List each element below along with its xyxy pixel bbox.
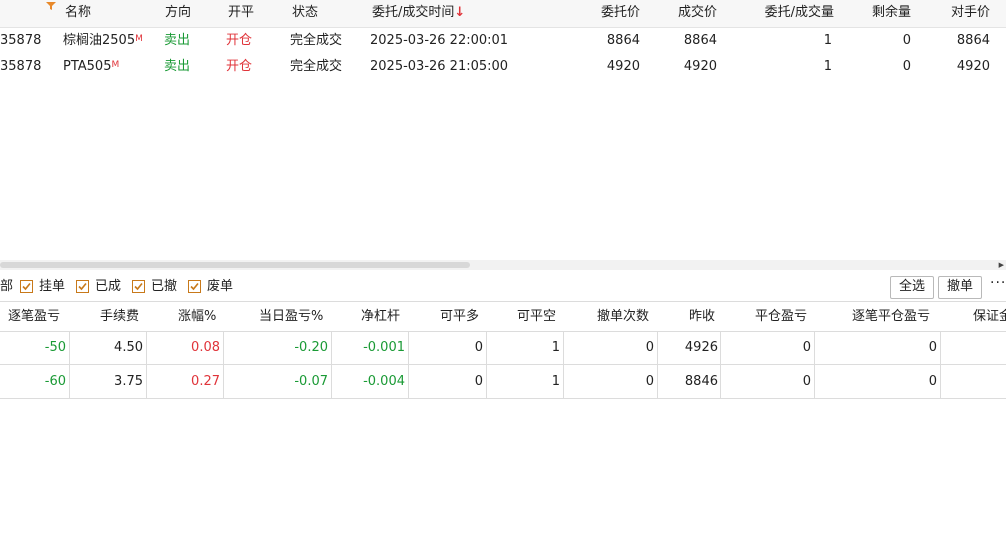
col-direction[interactable]: 方向 xyxy=(165,0,191,26)
filter-invalid-checkbox[interactable] xyxy=(188,280,201,293)
pnl-value: -60 xyxy=(44,374,66,389)
trade-close-pnl-value: 0 xyxy=(928,374,937,389)
col-status[interactable]: 状态 xyxy=(292,0,318,26)
order-filter-bar: 部 挂单 已成 已撤 废单 xyxy=(0,276,1006,300)
order-id: 35878 xyxy=(0,33,42,48)
col-margin[interactable]: 保证金 xyxy=(973,302,1006,331)
fill-price: 8864 xyxy=(683,33,717,48)
order-price: 8864 xyxy=(606,33,640,48)
net-leverage-value: -0.001 xyxy=(363,340,405,355)
order-name: 棕榈油2505M xyxy=(63,33,143,48)
col-name[interactable]: 名称 xyxy=(65,0,91,26)
order-direction: 卖出 xyxy=(164,33,191,48)
filter-all-label[interactable]: 部 xyxy=(0,276,13,298)
order-remaining: 0 xyxy=(902,59,911,74)
col-remaining[interactable]: 剩余量 xyxy=(872,0,911,26)
positions-header: 逐笔盈亏 手续费 涨幅% 当日盈亏% 净杠杆 可平多 可平空 撤单次数 昨收 平… xyxy=(0,301,1006,332)
col-close-long[interactable]: 可平多 xyxy=(440,302,479,331)
col-fill-price[interactable]: 成交价 xyxy=(678,0,717,26)
filter-filled-label[interactable]: 已成 xyxy=(95,276,121,298)
col-cancel-count[interactable]: 撤单次数 xyxy=(597,302,649,331)
col-close-pnl[interactable]: 平仓盈亏 xyxy=(755,302,807,331)
filter-pending-label[interactable]: 挂单 xyxy=(39,276,65,298)
main-contract-flag: M xyxy=(135,34,143,44)
col-close-short[interactable]: 可平空 xyxy=(517,302,556,331)
col-fee[interactable]: 手续费 xyxy=(100,302,139,331)
col-time-label: 委托/成交时间 xyxy=(372,5,455,20)
check-icon xyxy=(134,282,143,291)
filter-invalid-label[interactable]: 废单 xyxy=(207,276,233,298)
order-id: 35878 xyxy=(0,59,42,74)
order-openclose: 开仓 xyxy=(226,59,253,74)
col-trade-close-pnl[interactable]: 逐笔平仓盈亏 xyxy=(852,302,930,331)
close-pnl-value: 0 xyxy=(802,340,811,355)
close-short-value: 1 xyxy=(551,374,560,389)
orders-header: 名称 方向 开平 状态 委托/成交时间↓ 委托价 成交价 委托/成交量 剩余量 … xyxy=(0,0,1006,28)
order-direction: 卖出 xyxy=(164,59,191,74)
check-icon xyxy=(78,282,87,291)
order-qty: 1 xyxy=(823,59,832,74)
horizontal-scrollbar[interactable]: ▶ xyxy=(0,260,1006,270)
order-price: 4920 xyxy=(606,59,640,74)
change-value: 0.27 xyxy=(191,374,220,389)
fee-value: 4.50 xyxy=(114,340,143,355)
more-icon[interactable]: ··· xyxy=(990,275,1006,291)
col-prev-close[interactable]: 昨收 xyxy=(689,302,715,331)
close-short-value: 1 xyxy=(551,340,560,355)
cancel-order-button[interactable]: 撤单 xyxy=(938,276,982,299)
filter-pending-checkbox[interactable] xyxy=(20,280,33,293)
order-status: 完全成交 xyxy=(290,59,343,74)
order-status: 完全成交 xyxy=(290,33,343,48)
order-openclose: 开仓 xyxy=(226,33,253,48)
counter-price: 8864 xyxy=(956,33,990,48)
fill-price: 4920 xyxy=(683,59,717,74)
counter-price: 4920 xyxy=(956,59,990,74)
day-pnl-value: -0.07 xyxy=(294,374,328,389)
close-long-value: 0 xyxy=(474,374,483,389)
table-row[interactable]: -50 4.50 0.08 -0.20 -0.001 0 1 0 4926 0 … xyxy=(0,331,1006,365)
day-pnl-value: -0.20 xyxy=(294,340,328,355)
col-qty[interactable]: 委托/成交量 xyxy=(765,0,834,26)
order-name: PTA505M xyxy=(63,59,120,74)
col-time[interactable]: 委托/成交时间↓ xyxy=(372,0,465,26)
order-remaining: 0 xyxy=(902,33,911,48)
col-day-pnl[interactable]: 当日盈亏% xyxy=(259,302,323,331)
filter-cancelled-checkbox[interactable] xyxy=(132,280,145,293)
col-net-leverage[interactable]: 净杠杆 xyxy=(361,302,400,331)
col-pnl[interactable]: 逐笔盈亏 xyxy=(8,302,60,331)
main-contract-flag: M xyxy=(111,60,120,70)
scroll-right-arrow-icon[interactable]: ▶ xyxy=(999,261,1004,269)
filter-filled-checkbox[interactable] xyxy=(76,280,89,293)
table-row[interactable]: -60 3.75 0.27 -0.07 -0.004 0 1 0 8846 0 … xyxy=(0,365,1006,399)
net-leverage-value: -0.004 xyxy=(363,374,405,389)
cancel-count-value: 0 xyxy=(645,374,654,389)
col-change[interactable]: 涨幅% xyxy=(178,302,216,331)
order-time: 2025-03-26 22:00:01 xyxy=(370,33,509,48)
cancel-count-value: 0 xyxy=(645,340,654,355)
pnl-value: -50 xyxy=(44,340,66,355)
close-pnl-value: 0 xyxy=(802,374,811,389)
check-icon xyxy=(190,282,199,291)
scrollbar-thumb[interactable] xyxy=(0,262,470,268)
change-value: 0.08 xyxy=(191,340,220,355)
trade-close-pnl-value: 0 xyxy=(928,340,937,355)
order-qty: 1 xyxy=(823,33,832,48)
sort-desc-icon: ↓ xyxy=(454,5,466,20)
order-time: 2025-03-26 21:05:00 xyxy=(370,59,509,74)
select-all-button[interactable]: 全选 xyxy=(890,276,934,299)
filter-cancelled-label[interactable]: 已撤 xyxy=(151,276,177,298)
close-long-value: 0 xyxy=(474,340,483,355)
fee-value: 3.75 xyxy=(114,374,143,389)
filter-icon[interactable] xyxy=(46,2,56,10)
prev-close-value: 8846 xyxy=(684,374,718,389)
col-openclose[interactable]: 开平 xyxy=(228,0,254,26)
prev-close-value: 4926 xyxy=(684,340,718,355)
check-icon xyxy=(22,282,31,291)
col-order-price[interactable]: 委托价 xyxy=(601,0,640,26)
table-row[interactable]: 35878 PTA505M 卖出 开仓 完全成交 2025-03-26 21:0… xyxy=(0,54,1006,80)
col-counter-price[interactable]: 对手价 xyxy=(951,0,990,26)
table-row[interactable]: 35878 棕榈油2505M 卖出 开仓 完全成交 2025-03-26 22:… xyxy=(0,28,1006,54)
